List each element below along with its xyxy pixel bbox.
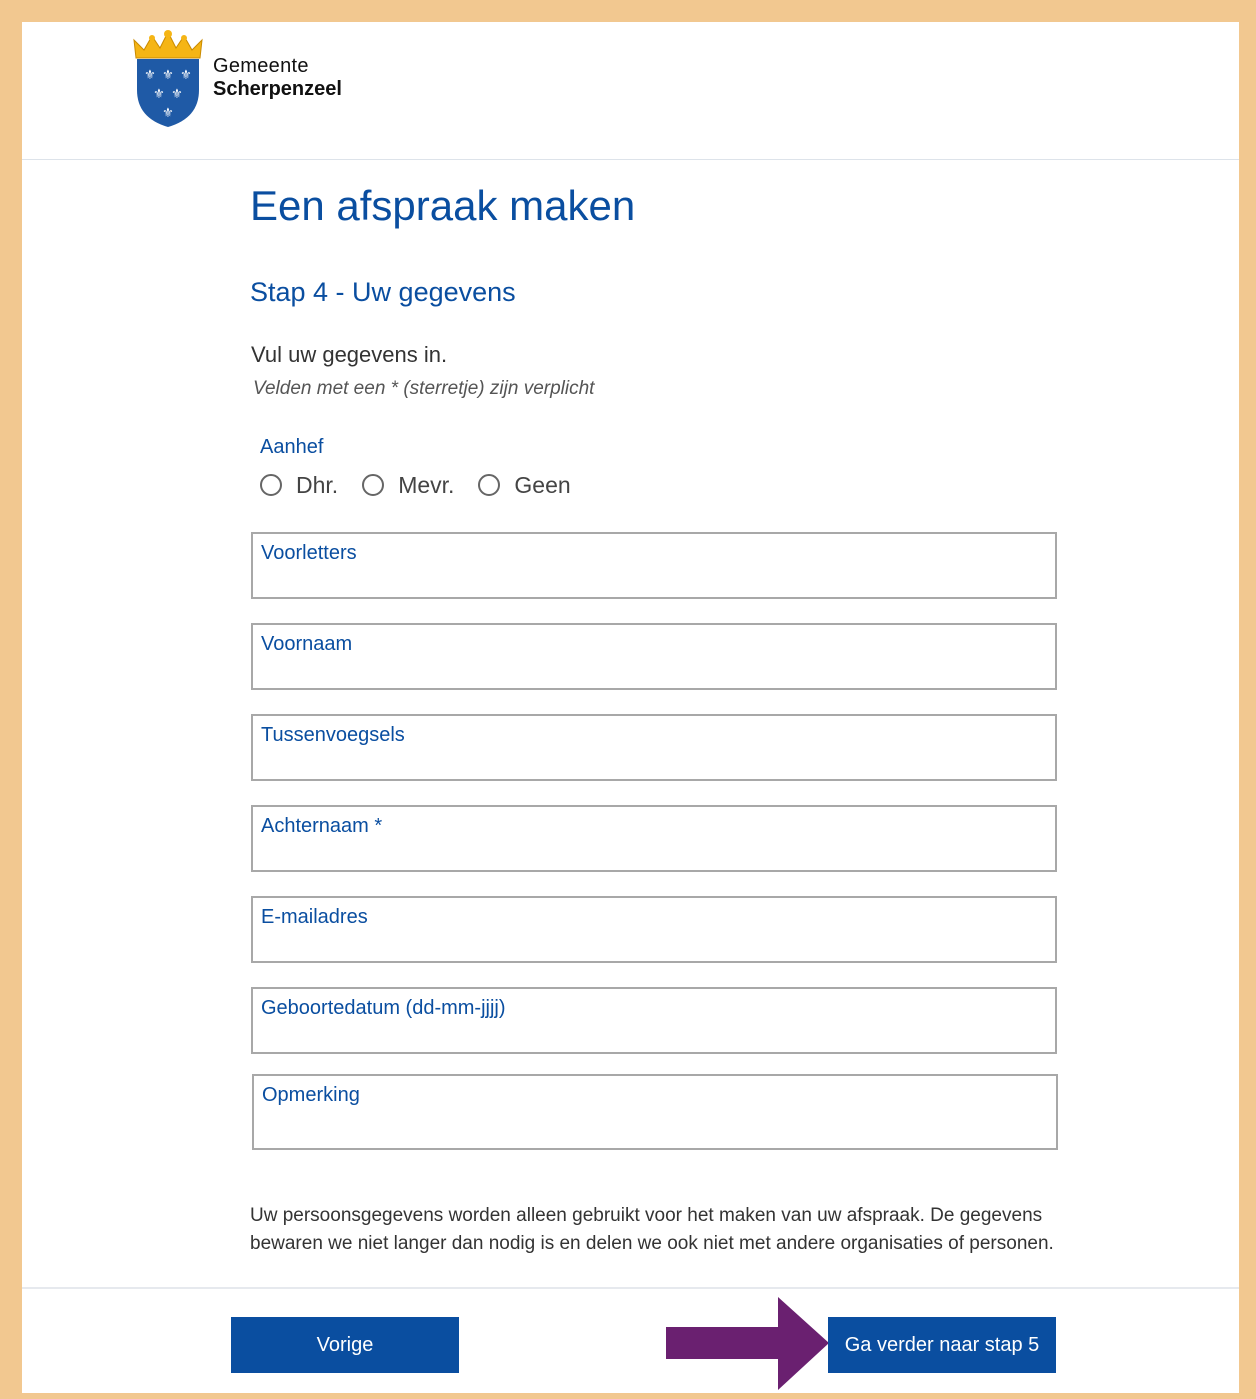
radio-label: Dhr.	[296, 471, 339, 498]
radio-label: Geen	[514, 471, 571, 498]
radio-button[interactable]	[478, 474, 501, 496]
step-title: Stap 4 - Uw gegevens	[250, 277, 516, 307]
birthdate-label: Geboortedatum (dd-mm-jjjj)	[261, 997, 506, 1019]
prefixes-field[interactable]: Tussenvoegsels	[251, 714, 1057, 781]
logo-line-1: Gemeente	[213, 55, 309, 77]
logo-line-2: Scherpenzeel	[213, 78, 342, 100]
radio-button[interactable]	[260, 474, 282, 496]
first-name-field[interactable]: Voornaam	[251, 623, 1057, 690]
svg-text:⚜: ⚜	[144, 68, 156, 83]
salutation-option-mevr[interactable]: Mevr.	[362, 472, 454, 499]
salutation-label: Aanhef	[260, 436, 324, 458]
svg-text:⚜: ⚜	[171, 87, 183, 102]
page-title: Een afspraak maken	[250, 182, 636, 229]
privacy-notice: Uw persoonsgegevens worden alleen gebrui…	[250, 1205, 1054, 1254]
previous-button[interactable]: Vorige	[231, 1317, 459, 1373]
initials-label: Voorletters	[261, 542, 357, 564]
svg-text:⚜: ⚜	[162, 68, 174, 83]
svg-text:⚜: ⚜	[162, 106, 174, 121]
svg-text:⚜: ⚜	[153, 87, 165, 102]
page-frame: ⚜ ⚜ ⚜ ⚜ ⚜ ⚜ Gemeente Scherpenzeel Een af…	[22, 22, 1239, 1393]
footer-divider	[22, 1287, 1239, 1289]
last-name-label: Achternaam *	[261, 815, 383, 837]
salutation-radio-group: Dhr. Mevr. Geen	[260, 470, 595, 500]
birthdate-field[interactable]: Geboortedatum (dd-mm-jjjj)	[251, 987, 1057, 1054]
site-header: ⚜ ⚜ ⚜ ⚜ ⚜ ⚜ Gemeente Scherpenzeel	[22, 22, 1239, 160]
prefixes-label: Tussenvoegsels	[261, 724, 405, 746]
email-field[interactable]: E-mailadres	[251, 896, 1057, 963]
next-step-button[interactable]: Ga verder naar stap 5	[828, 1317, 1056, 1373]
coat-of-arms-icon[interactable]: ⚜ ⚜ ⚜ ⚜ ⚜ ⚜	[132, 28, 204, 128]
salutation-option-dhr[interactable]: Dhr.	[260, 472, 338, 499]
radio-button[interactable]	[362, 474, 385, 496]
required-fields-note: Velden met een * (sterretje) zijn verpli…	[253, 378, 595, 399]
municipality-name[interactable]: Gemeente Scherpenzeel	[213, 55, 342, 101]
first-name-label: Voornaam	[261, 633, 353, 655]
intro-text: Vul uw gegevens in.	[251, 342, 448, 367]
remark-label: Opmerking	[262, 1084, 360, 1106]
remark-field[interactable]: Opmerking	[252, 1074, 1058, 1150]
radio-label: Mevr.	[398, 471, 455, 498]
initials-field[interactable]: Voorletters	[251, 532, 1057, 599]
arrow-right-icon	[666, 1297, 829, 1390]
last-name-field[interactable]: Achternaam *	[251, 805, 1057, 872]
email-label: E-mailadres	[261, 906, 368, 928]
salutation-option-geen[interactable]: Geen	[478, 471, 571, 499]
svg-text:⚜: ⚜	[180, 68, 192, 83]
